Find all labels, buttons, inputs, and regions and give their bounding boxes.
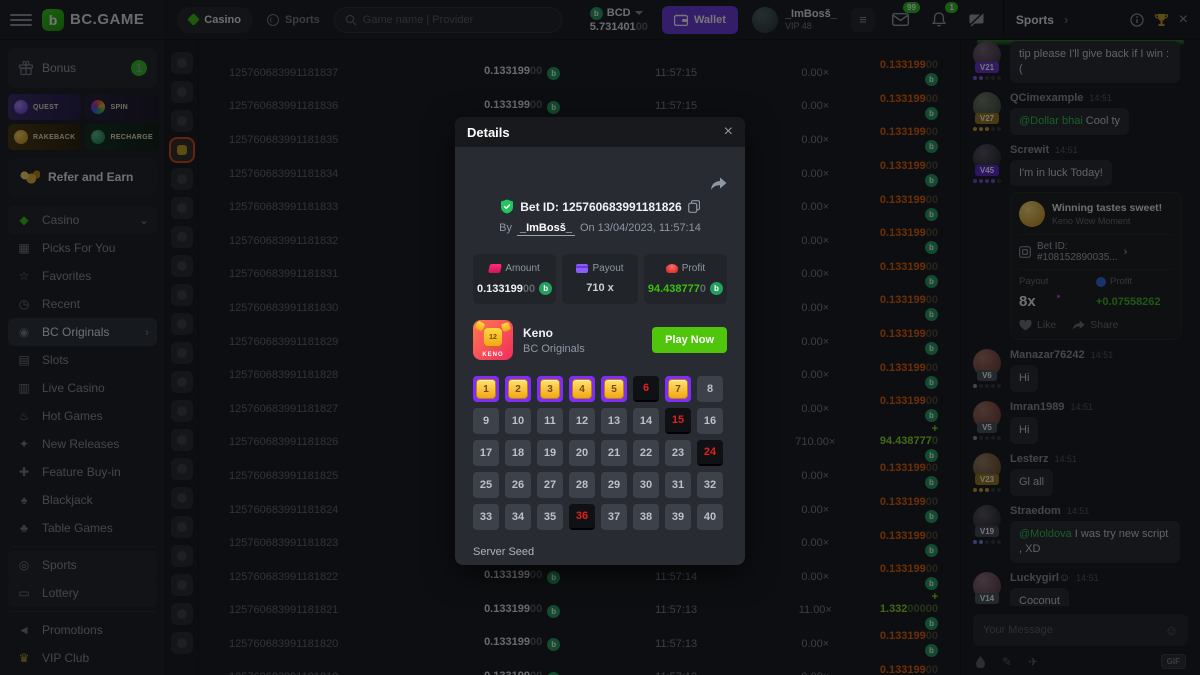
keno-cell-28: 28: [569, 472, 595, 498]
keno-cell-39: 39: [665, 504, 691, 530]
keno-cell-2: 2: [505, 376, 531, 402]
keno-game-thumbnail[interactable]: 12 KENO: [473, 320, 513, 360]
keno-cell-7: 7: [665, 376, 691, 402]
coin-icon: b: [710, 282, 723, 295]
keno-cell-21: 21: [601, 440, 627, 466]
keno-cell-19: 19: [537, 440, 563, 466]
keno-cell-10: 10: [505, 408, 531, 434]
game-provider: BC Originals: [523, 343, 585, 355]
keno-cell-34: 34: [505, 504, 531, 530]
keno-cell-40: 40: [697, 504, 723, 530]
keno-cell-38: 38: [633, 504, 659, 530]
modal-close-icon[interactable]: ×: [724, 123, 733, 141]
keno-cell-20: 20: [569, 440, 595, 466]
keno-cell-33: 33: [473, 504, 499, 530]
payout-stat: Payout 710 x: [562, 254, 638, 304]
amount-stat: Amount 0.13319900b: [473, 254, 556, 304]
profit-value: 94.4387770: [648, 283, 706, 295]
keno-cell-13: 13: [601, 408, 627, 434]
play-now-button[interactable]: Play Now: [652, 327, 727, 353]
keno-grid: 1234567891011121314151617181920212223242…: [473, 376, 727, 530]
share-icon[interactable]: [710, 177, 727, 191]
keno-cell-23: 23: [665, 440, 691, 466]
bet-details-modal: Details × Bet ID: 125760683991181826 By …: [455, 117, 745, 565]
keno-cell-25: 25: [473, 472, 499, 498]
keno-cell-4: 4: [569, 376, 595, 402]
keno-cell-1: 1: [473, 376, 499, 402]
modal-body: Bet ID: 125760683991181826 By _ImBosš_ O…: [455, 177, 745, 565]
copy-icon[interactable]: [688, 200, 700, 213]
amount-icon: [488, 264, 502, 273]
keno-cell-26: 26: [505, 472, 531, 498]
keno-cell-32: 32: [697, 472, 723, 498]
keno-cell-14: 14: [633, 408, 659, 434]
modal-title: Details: [467, 125, 510, 140]
game-row: 12 KENO Keno BC Originals Play Now: [473, 320, 727, 360]
verified-shield-icon: [500, 199, 514, 214]
keno-cell-9: 9: [473, 408, 499, 434]
profit-stat: Profit 94.4387770b: [644, 254, 727, 304]
game-name: Keno: [523, 326, 585, 340]
payout-value: 710 x: [586, 282, 614, 294]
keno-cell-35: 35: [537, 504, 563, 530]
payout-icon: [576, 264, 588, 273]
profit-icon: [666, 264, 678, 273]
bet-owner-username[interactable]: _ImBosš_: [517, 222, 575, 236]
modal-header: Details ×: [455, 117, 745, 147]
keno-cell-16: 16: [697, 408, 723, 434]
coin-icon: b: [539, 282, 552, 295]
keno-cell-8: 8: [697, 376, 723, 402]
keno-cell-3: 3: [537, 376, 563, 402]
keno-cell-29: 29: [601, 472, 627, 498]
keno-cell-37: 37: [601, 504, 627, 530]
bet-datetime: On 13/04/2023, 11:57:14: [580, 222, 701, 234]
amount-value: 0.13319900: [477, 283, 535, 295]
keno-cell-36: 36: [569, 504, 595, 530]
keno-cell-5: 5: [601, 376, 627, 402]
keno-cell-15: 15: [665, 408, 691, 434]
keno-cell-18: 18: [505, 440, 531, 466]
keno-cell-6: 6: [633, 376, 659, 402]
keno-cell-24: 24: [697, 440, 723, 466]
keno-cell-11: 11: [537, 408, 563, 434]
keno-cell-17: 17: [473, 440, 499, 466]
keno-cell-27: 27: [537, 472, 563, 498]
keno-cell-31: 31: [665, 472, 691, 498]
server-seed-label: Server Seed: [473, 546, 727, 558]
keno-cell-12: 12: [569, 408, 595, 434]
keno-cell-22: 22: [633, 440, 659, 466]
bet-stats: Amount 0.13319900b Payout 710 x Profit 9…: [473, 254, 727, 304]
keno-cell-30: 30: [633, 472, 659, 498]
bet-id-text: Bet ID: 125760683991181826: [520, 200, 681, 214]
